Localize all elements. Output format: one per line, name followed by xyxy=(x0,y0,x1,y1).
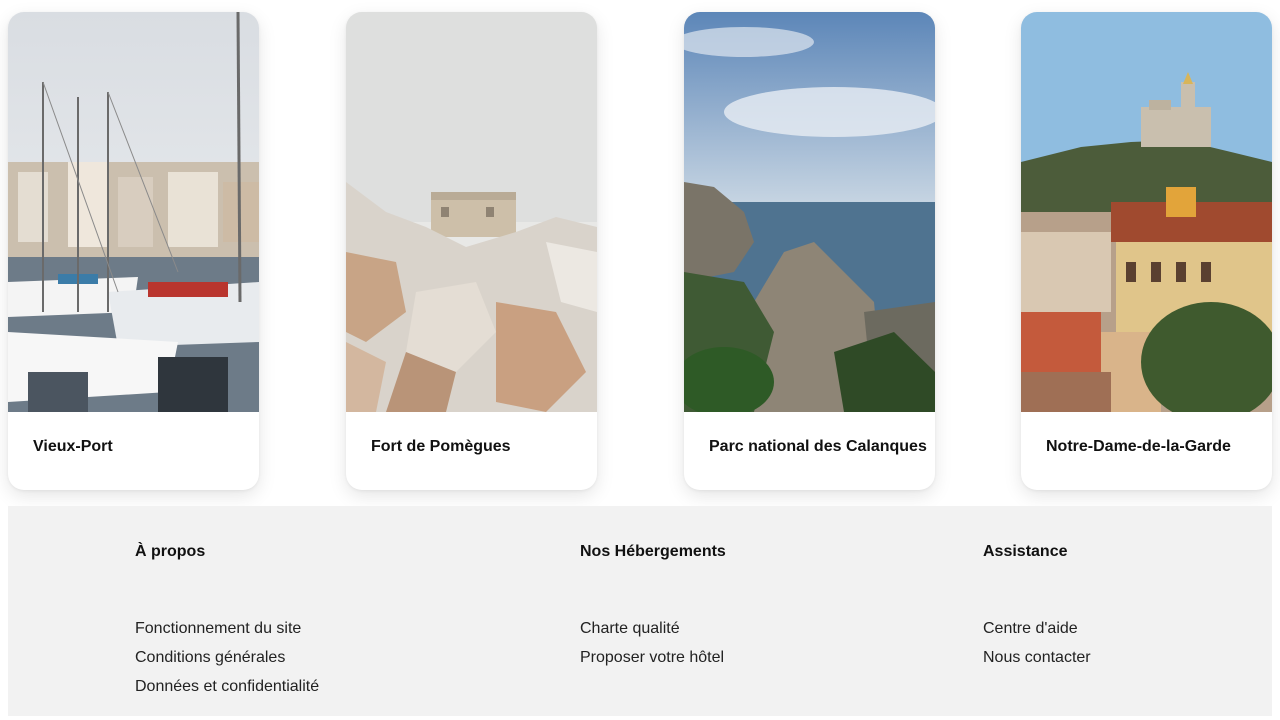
destination-name: Vieux-Port xyxy=(33,438,113,455)
footer-link-list: Charte qualité Proposer votre hôtel xyxy=(580,619,724,677)
footer-link-charte-qualite[interactable]: Charte qualité xyxy=(580,619,724,648)
destination-card-notre-dame[interactable]: Notre-Dame-de-la-Garde xyxy=(1021,12,1272,490)
destination-name: Parc national des Calanques xyxy=(709,438,927,455)
destination-name: Notre-Dame-de-la-Garde xyxy=(1046,438,1231,455)
destination-card-fort-de-pomegues[interactable]: Fort de Pomègues xyxy=(346,12,597,490)
footer-link-conditions[interactable]: Conditions générales xyxy=(135,648,319,677)
destination-card-vieux-port[interactable]: Vieux-Port xyxy=(8,12,259,490)
footer-link-nous-contacter[interactable]: Nous contacter xyxy=(983,648,1091,677)
footer-link-list: Centre d'aide Nous contacter xyxy=(983,619,1091,677)
footer-link-confidentialite[interactable]: Données et confidentialité xyxy=(135,677,319,706)
site-footer: À propos Fonctionnement du site Conditio… xyxy=(8,506,1272,716)
footer-link-fonctionnement[interactable]: Fonctionnement du site xyxy=(135,619,319,648)
footer-link-proposer-hotel[interactable]: Proposer votre hôtel xyxy=(580,648,724,677)
footer-column-title: Nos Hébergements xyxy=(580,543,726,560)
footer-link-centre-aide[interactable]: Centre d'aide xyxy=(983,619,1091,648)
notre-dame-de-la-garde-photo xyxy=(1021,12,1272,412)
footer-column-title: Assistance xyxy=(983,543,1068,560)
destination-name: Fort de Pomègues xyxy=(371,438,511,455)
vieux-port-photo xyxy=(8,12,259,412)
destination-cards: Vieux-Port Fort de Pomègues Parc nationa… xyxy=(8,12,1272,490)
footer-link-list: Fonctionnement du site Conditions généra… xyxy=(135,619,319,706)
fort-de-pomegues-photo xyxy=(346,12,597,412)
calanques-photo xyxy=(684,12,935,412)
destination-card-calanques[interactable]: Parc national des Calanques xyxy=(684,12,935,490)
footer-column-title: À propos xyxy=(135,543,206,560)
